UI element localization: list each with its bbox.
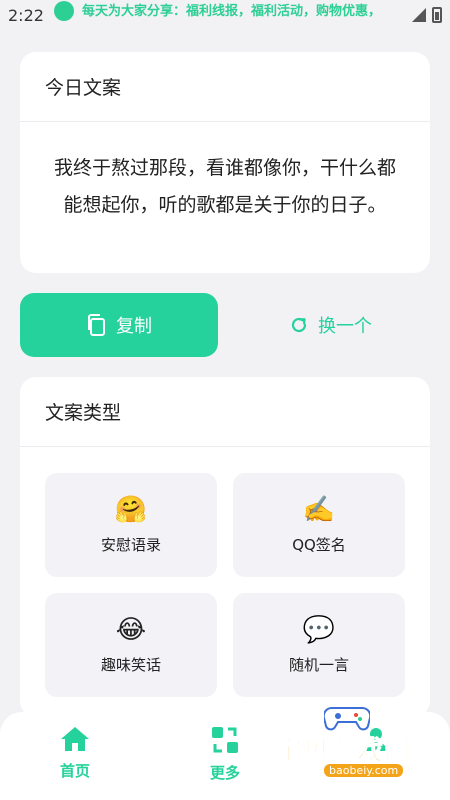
switch-button-label: 换一个 [318, 316, 372, 337]
types-card-title: 文案类型 [20, 377, 430, 447]
type-tile-comfort[interactable]: 🤗 安慰语录 [45, 473, 217, 577]
tab-more[interactable]: 更多 [185, 726, 265, 783]
switch-button[interactable]: 换一个 [232, 293, 430, 357]
home-icon [61, 727, 89, 751]
speech-bubble-icon: 💬 [302, 614, 336, 645]
battery-icon [432, 7, 442, 23]
tab-home-label: 首页 [59, 762, 90, 780]
copy-button[interactable]: 复制 [20, 293, 218, 357]
type-tile-label: 随机一言 [288, 655, 349, 674]
watermark-text: 宝贝游戏网 [275, 736, 412, 767]
copy-icon [88, 314, 105, 336]
today-copy-text: 我终于熬过那段，看谁都像你，干什么都能想起你，听的歌都是关于你的日子。 [53, 157, 396, 216]
status-bar: 2:22 每天为大家分享：福利线报，福利活动，购物优惠， [0, 0, 450, 30]
watermark-url: baobeiy.com [324, 764, 404, 777]
type-tile-label: 安慰语录 [100, 535, 161, 554]
writing-hand-icon: ✍️ [302, 494, 336, 525]
signal-icon [412, 8, 426, 22]
type-tile-qq-signature[interactable]: ✍️ QQ签名 [233, 473, 405, 577]
type-tile-label: QQ签名 [292, 535, 346, 554]
copy-button-label: 复制 [116, 316, 152, 337]
type-tile-label: 趣味笑话 [100, 655, 161, 674]
refresh-icon [291, 317, 307, 333]
status-time: 2:22 [8, 5, 44, 25]
type-tile-random[interactable]: 💬 随机一言 [233, 593, 405, 697]
laughing-face-icon: 😂 [115, 614, 147, 645]
notification-marquee: 每天为大家分享：福利线报，福利活动，购物优惠， [82, 3, 382, 19]
swap-grid-icon [212, 727, 238, 753]
hugging-face-icon: 🤗 [114, 494, 148, 525]
today-card-title: 今日文案 [20, 52, 430, 122]
types-grid: 🤗 安慰语录 ✍️ QQ签名 😂 趣味笑话 💬 随机一言 [45, 473, 405, 697]
notification-icon [54, 1, 74, 21]
gamepad-icon [324, 707, 370, 731]
today-card: 今日文案 我终于熬过那段，看谁都像你，干什么都能想起你，听的歌都是关于你的日子。 [20, 52, 430, 273]
tab-home[interactable]: 首页 [35, 726, 115, 781]
types-card: 文案类型 🤗 安慰语录 ✍️ QQ签名 😂 趣味笑话 💬 随机一言 [20, 377, 430, 717]
system-icons [412, 7, 442, 23]
watermark: 宝贝游戏网 baobeiy.com [275, 700, 426, 785]
type-tile-jokes[interactable]: 😂 趣味笑话 [45, 593, 217, 697]
tab-more-label: 更多 [209, 764, 240, 782]
